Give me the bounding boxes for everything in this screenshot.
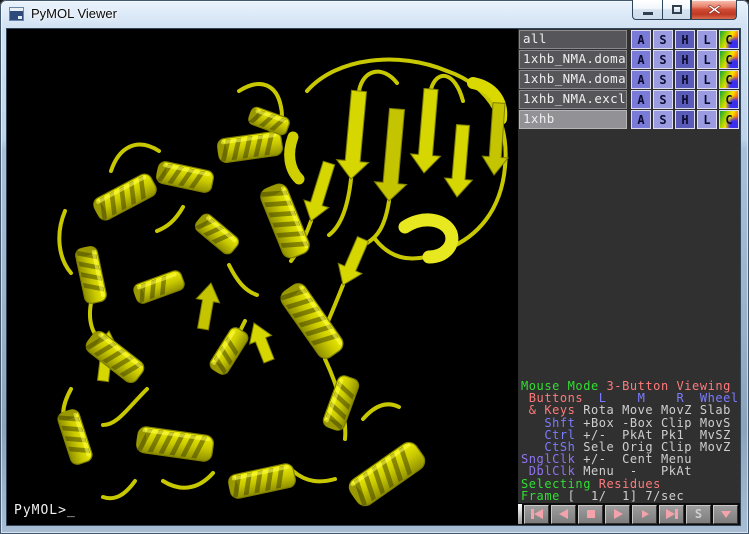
- scene-button-label: S: [695, 507, 702, 521]
- h-menu-button[interactable]: H: [675, 90, 695, 109]
- s-menu-button[interactable]: S: [653, 30, 673, 49]
- a-menu-button[interactable]: A: [631, 90, 651, 109]
- object-row: 1xhbASHLC: [519, 110, 739, 129]
- object-name-all[interactable]: all: [519, 30, 627, 49]
- playback-controls: S: [518, 503, 740, 525]
- play-button[interactable]: [605, 505, 630, 524]
- c-menu-button[interactable]: C: [719, 30, 739, 49]
- mouse-help-panel: Mouse Mode 3-Button Viewing Buttons L M …: [521, 380, 740, 502]
- object-name-1xhb_NMA.exclude[interactable]: 1xhb_NMA.exclude: [519, 90, 627, 109]
- control-panel: allASHLC1xhb_NMA.domain.ASHLC1xhb_NMA.do…: [518, 29, 740, 525]
- object-row: 1xhb_NMA.excludeASHLC: [519, 90, 739, 109]
- c-menu-button[interactable]: C: [719, 90, 739, 109]
- maximize-icon: [672, 5, 682, 14]
- a-menu-button[interactable]: A: [631, 50, 651, 69]
- s-menu-button[interactable]: S: [653, 50, 673, 69]
- 3d-viewport[interactable]: PyMOL>_: [7, 29, 518, 525]
- l-menu-button[interactable]: L: [697, 110, 717, 129]
- object-list: allASHLC1xhb_NMA.domain.ASHLC1xhb_NMA.do…: [519, 30, 739, 130]
- object-name-1xhb_NMA.domain.[interactable]: 1xhb_NMA.domain.: [519, 70, 627, 89]
- stop-icon: [583, 508, 599, 520]
- a-menu-button[interactable]: A: [631, 110, 651, 129]
- l-menu-button[interactable]: L: [697, 50, 717, 69]
- c-menu-button[interactable]: C: [719, 110, 739, 129]
- close-button[interactable]: [691, 0, 737, 20]
- object-row: allASHLC: [519, 30, 739, 49]
- more-options-button[interactable]: [713, 505, 738, 524]
- object-name-1xhb_NMA.domain.[interactable]: 1xhb_NMA.domain.: [519, 50, 627, 69]
- h-menu-button[interactable]: H: [675, 50, 695, 69]
- window-title: PyMOL Viewer: [31, 6, 117, 21]
- skip-to-start-icon: [529, 508, 545, 520]
- step-forward-button[interactable]: [632, 505, 657, 524]
- titlebar[interactable]: PyMOL Viewer: [0, 0, 749, 28]
- step-forward-icon: [637, 508, 653, 520]
- pymol-window: PyMOL Viewer: [0, 0, 749, 534]
- go-to-end-button[interactable]: [659, 505, 684, 524]
- skip-to-end-icon: [664, 508, 680, 520]
- minimize-button[interactable]: [632, 0, 662, 20]
- step-back-button[interactable]: [551, 505, 576, 524]
- chevron-down-icon: [718, 508, 734, 520]
- maximize-button[interactable]: [662, 0, 691, 20]
- h-menu-button[interactable]: H: [675, 70, 695, 89]
- play-icon: [610, 508, 626, 520]
- scene-button[interactable]: S: [686, 505, 711, 524]
- l-menu-button[interactable]: L: [697, 30, 717, 49]
- stop-button[interactable]: [578, 505, 603, 524]
- command-prompt[interactable]: PyMOL>_: [14, 503, 76, 518]
- h-menu-button[interactable]: H: [675, 110, 695, 129]
- h-menu-button[interactable]: H: [675, 30, 695, 49]
- protein-cartoon: [7, 29, 518, 525]
- app-icon: [9, 7, 24, 21]
- l-menu-button[interactable]: L: [697, 90, 717, 109]
- a-menu-button[interactable]: A: [631, 70, 651, 89]
- client-area: PyMOL>_ allASHLC1xhb_NMA.domain.ASHLC1xh…: [6, 28, 741, 526]
- close-icon: [708, 4, 721, 15]
- mouse-help-line: Frame [ 1/ 1] 7/sec: [521, 490, 740, 502]
- object-row: 1xhb_NMA.domain.ASHLC: [519, 70, 739, 89]
- s-menu-button[interactable]: S: [653, 70, 673, 89]
- s-menu-button[interactable]: S: [653, 110, 673, 129]
- s-menu-button[interactable]: S: [653, 90, 673, 109]
- a-menu-button[interactable]: A: [631, 30, 651, 49]
- object-row: 1xhb_NMA.domain.ASHLC: [519, 50, 739, 69]
- go-to-start-button[interactable]: [524, 505, 549, 524]
- step-back-icon: [556, 508, 572, 520]
- c-menu-button[interactable]: C: [719, 70, 739, 89]
- c-menu-button[interactable]: C: [719, 50, 739, 69]
- object-name-1xhb[interactable]: 1xhb: [519, 110, 627, 129]
- minimize-icon: [643, 12, 653, 15]
- l-menu-button[interactable]: L: [697, 70, 717, 89]
